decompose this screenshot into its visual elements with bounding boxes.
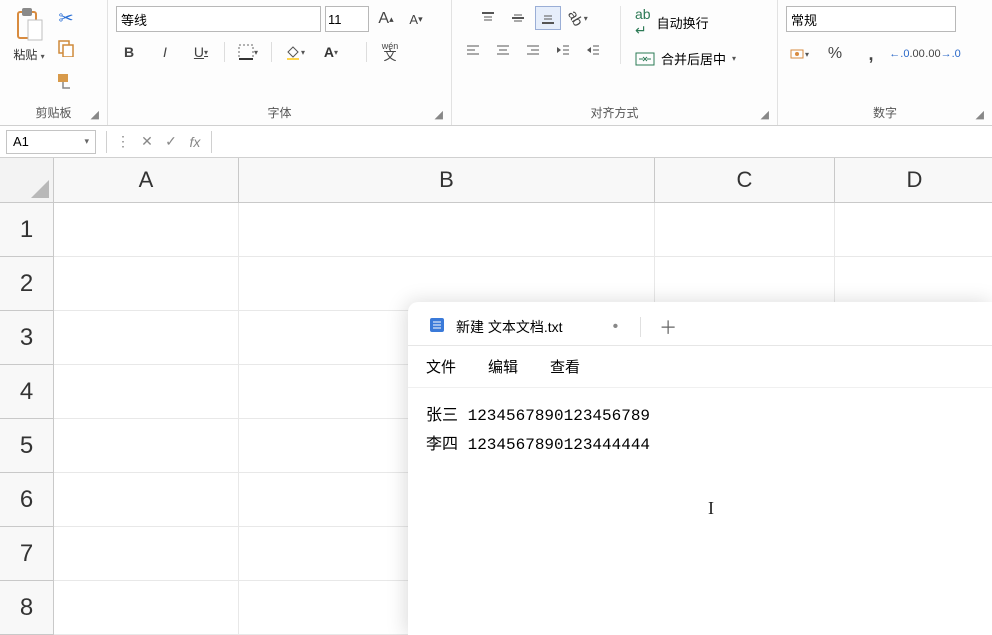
column-header[interactable]: C (655, 158, 835, 203)
column-header[interactable]: B (239, 158, 655, 203)
font-color-button[interactable]: A▾ (318, 40, 344, 64)
cell[interactable] (54, 311, 239, 365)
dialog-launcher-icon[interactable]: ◢ (435, 108, 443, 121)
wrap-text-icon: ab↵ (635, 6, 651, 39)
formula-bar: A1▾ ⋮ ✕ ✓ fx (0, 126, 992, 158)
align-middle-button[interactable] (505, 6, 531, 30)
decrease-decimal-button[interactable]: .00→.0 (930, 42, 956, 66)
underline-button[interactable]: U ▾ (188, 40, 214, 64)
ribbon-group-alignment: ab▾ ab↵ 自动换行 合并后居中 ▾ (452, 0, 778, 125)
cell[interactable] (54, 473, 239, 527)
notepad-tab-title: 新建 文本文档.txt (456, 317, 563, 337)
column-headers: ABCD (54, 158, 992, 203)
align-left-button[interactable] (460, 38, 486, 62)
currency-button[interactable]: ▾ (786, 42, 812, 66)
column-header[interactable]: D (835, 158, 992, 203)
cell[interactable] (54, 257, 239, 311)
percent-button[interactable]: % (822, 42, 848, 66)
menu-file[interactable]: 文件 (426, 356, 456, 377)
unsaved-dot-icon: • (613, 318, 619, 336)
align-center-button[interactable] (490, 38, 516, 62)
copy-icon[interactable] (57, 39, 75, 62)
row-header[interactable]: 8 (0, 581, 54, 635)
paste-button[interactable]: 粘贴 ▾ (8, 4, 50, 65)
row-header[interactable]: 5 (0, 419, 54, 473)
orientation-button[interactable]: ab▾ (565, 6, 591, 30)
cell[interactable] (655, 203, 835, 257)
row-header[interactable]: 6 (0, 473, 54, 527)
border-button[interactable]: ▾ (235, 40, 261, 64)
dialog-launcher-icon[interactable]: ◢ (91, 108, 99, 121)
group-label-font: 字体 ◢ (116, 102, 443, 123)
new-tab-button[interactable]: ＋ (659, 314, 677, 340)
cancel-formula-button[interactable]: ✕ (135, 130, 159, 154)
fill-color-button[interactable]: ▾ (282, 40, 308, 64)
comma-style-button[interactable]: , (858, 42, 884, 66)
notepad-text-area[interactable]: 张三 1234567890123456789 李四 12345678901234… (408, 388, 992, 474)
menu-edit[interactable]: 编辑 (488, 356, 518, 377)
cell[interactable] (54, 527, 239, 581)
increase-font-button[interactable]: A▴ (373, 7, 399, 31)
accept-formula-button[interactable]: ✓ (159, 130, 183, 154)
select-all-corner[interactable] (0, 158, 54, 203)
cell[interactable] (54, 365, 239, 419)
align-right-button[interactable] (520, 38, 546, 62)
chevron-down-icon[interactable]: ▾ (84, 136, 89, 147)
cell[interactable] (835, 203, 992, 257)
cell[interactable] (54, 581, 239, 635)
group-label-clipboard: 剪贴板 ◢ (8, 102, 99, 123)
ribbon-group-clipboard: 粘贴 ▾ ✂ 剪贴板 ◢ (0, 0, 108, 125)
decrease-indent-button[interactable] (550, 38, 576, 62)
number-format-select[interactable] (786, 6, 956, 32)
text-cursor-icon: I (708, 498, 714, 519)
merge-icon (635, 51, 655, 67)
align-top-button[interactable] (475, 6, 501, 30)
paste-label: 粘贴 (13, 48, 37, 62)
notepad-icon (428, 316, 446, 337)
decrease-font-button[interactable]: A▾ (403, 7, 429, 31)
menu-view[interactable]: 查看 (550, 356, 580, 377)
ribbon-group-number: ▾ % , ←.0.00 .00→.0 数字 ◢ (778, 0, 992, 125)
column-header[interactable]: A (54, 158, 239, 203)
formula-input[interactable] (216, 130, 992, 154)
ribbon-group-font: A▴ A▾ B I U ▾ ▾ ▾ A▾ (108, 0, 452, 125)
row-header[interactable]: 2 (0, 257, 54, 311)
group-label-alignment: 对齐方式 ◢ (460, 102, 769, 123)
row-headers: 12345678 (0, 203, 54, 635)
bold-button[interactable]: B (116, 40, 142, 64)
cell[interactable] (239, 203, 655, 257)
notepad-window: 新建 文本文档.txt • ＋ 文件 编辑 查看 张三 123456789012… (408, 302, 992, 635)
ribbon: 粘贴 ▾ ✂ 剪贴板 ◢ A▴ A▾ (0, 0, 992, 126)
wrap-text-button[interactable]: ab↵ 自动换行 (635, 6, 709, 39)
chevron-down-icon: ▾ (41, 52, 45, 61)
row-header[interactable]: 4 (0, 365, 54, 419)
fx-button[interactable]: fx (183, 130, 207, 154)
notepad-menu: 文件 编辑 查看 (408, 346, 992, 388)
cell[interactable] (54, 203, 239, 257)
font-name-select[interactable] (116, 6, 321, 32)
notepad-tab[interactable]: 新建 文本文档.txt • (416, 310, 630, 343)
row-header[interactable]: 7 (0, 527, 54, 581)
merge-center-button[interactable]: 合并后居中 ▾ (635, 49, 736, 68)
italic-button[interactable]: I (152, 40, 178, 64)
row-header[interactable]: 3 (0, 311, 54, 365)
row-header[interactable]: 1 (0, 203, 54, 257)
increase-decimal-button[interactable]: ←.0.00 (894, 42, 920, 66)
clipboard-icon (12, 6, 46, 46)
group-label-number: 数字 ◢ (786, 102, 984, 123)
dialog-launcher-icon[interactable]: ◢ (976, 108, 984, 121)
format-painter-icon[interactable] (56, 72, 76, 95)
cut-icon[interactable]: ✂ (58, 8, 73, 29)
font-size-select[interactable] (325, 6, 369, 32)
notepad-tabbar: 新建 文本文档.txt • ＋ (408, 302, 992, 346)
cell[interactable] (54, 419, 239, 473)
name-box[interactable]: A1▾ (6, 130, 96, 154)
grip-icon[interactable]: ⋮ (111, 130, 135, 154)
phonetic-guide-button[interactable]: wén文 (377, 40, 403, 64)
align-bottom-button[interactable] (535, 6, 561, 30)
increase-indent-button[interactable] (580, 38, 606, 62)
dialog-launcher-icon[interactable]: ◢ (761, 108, 769, 121)
